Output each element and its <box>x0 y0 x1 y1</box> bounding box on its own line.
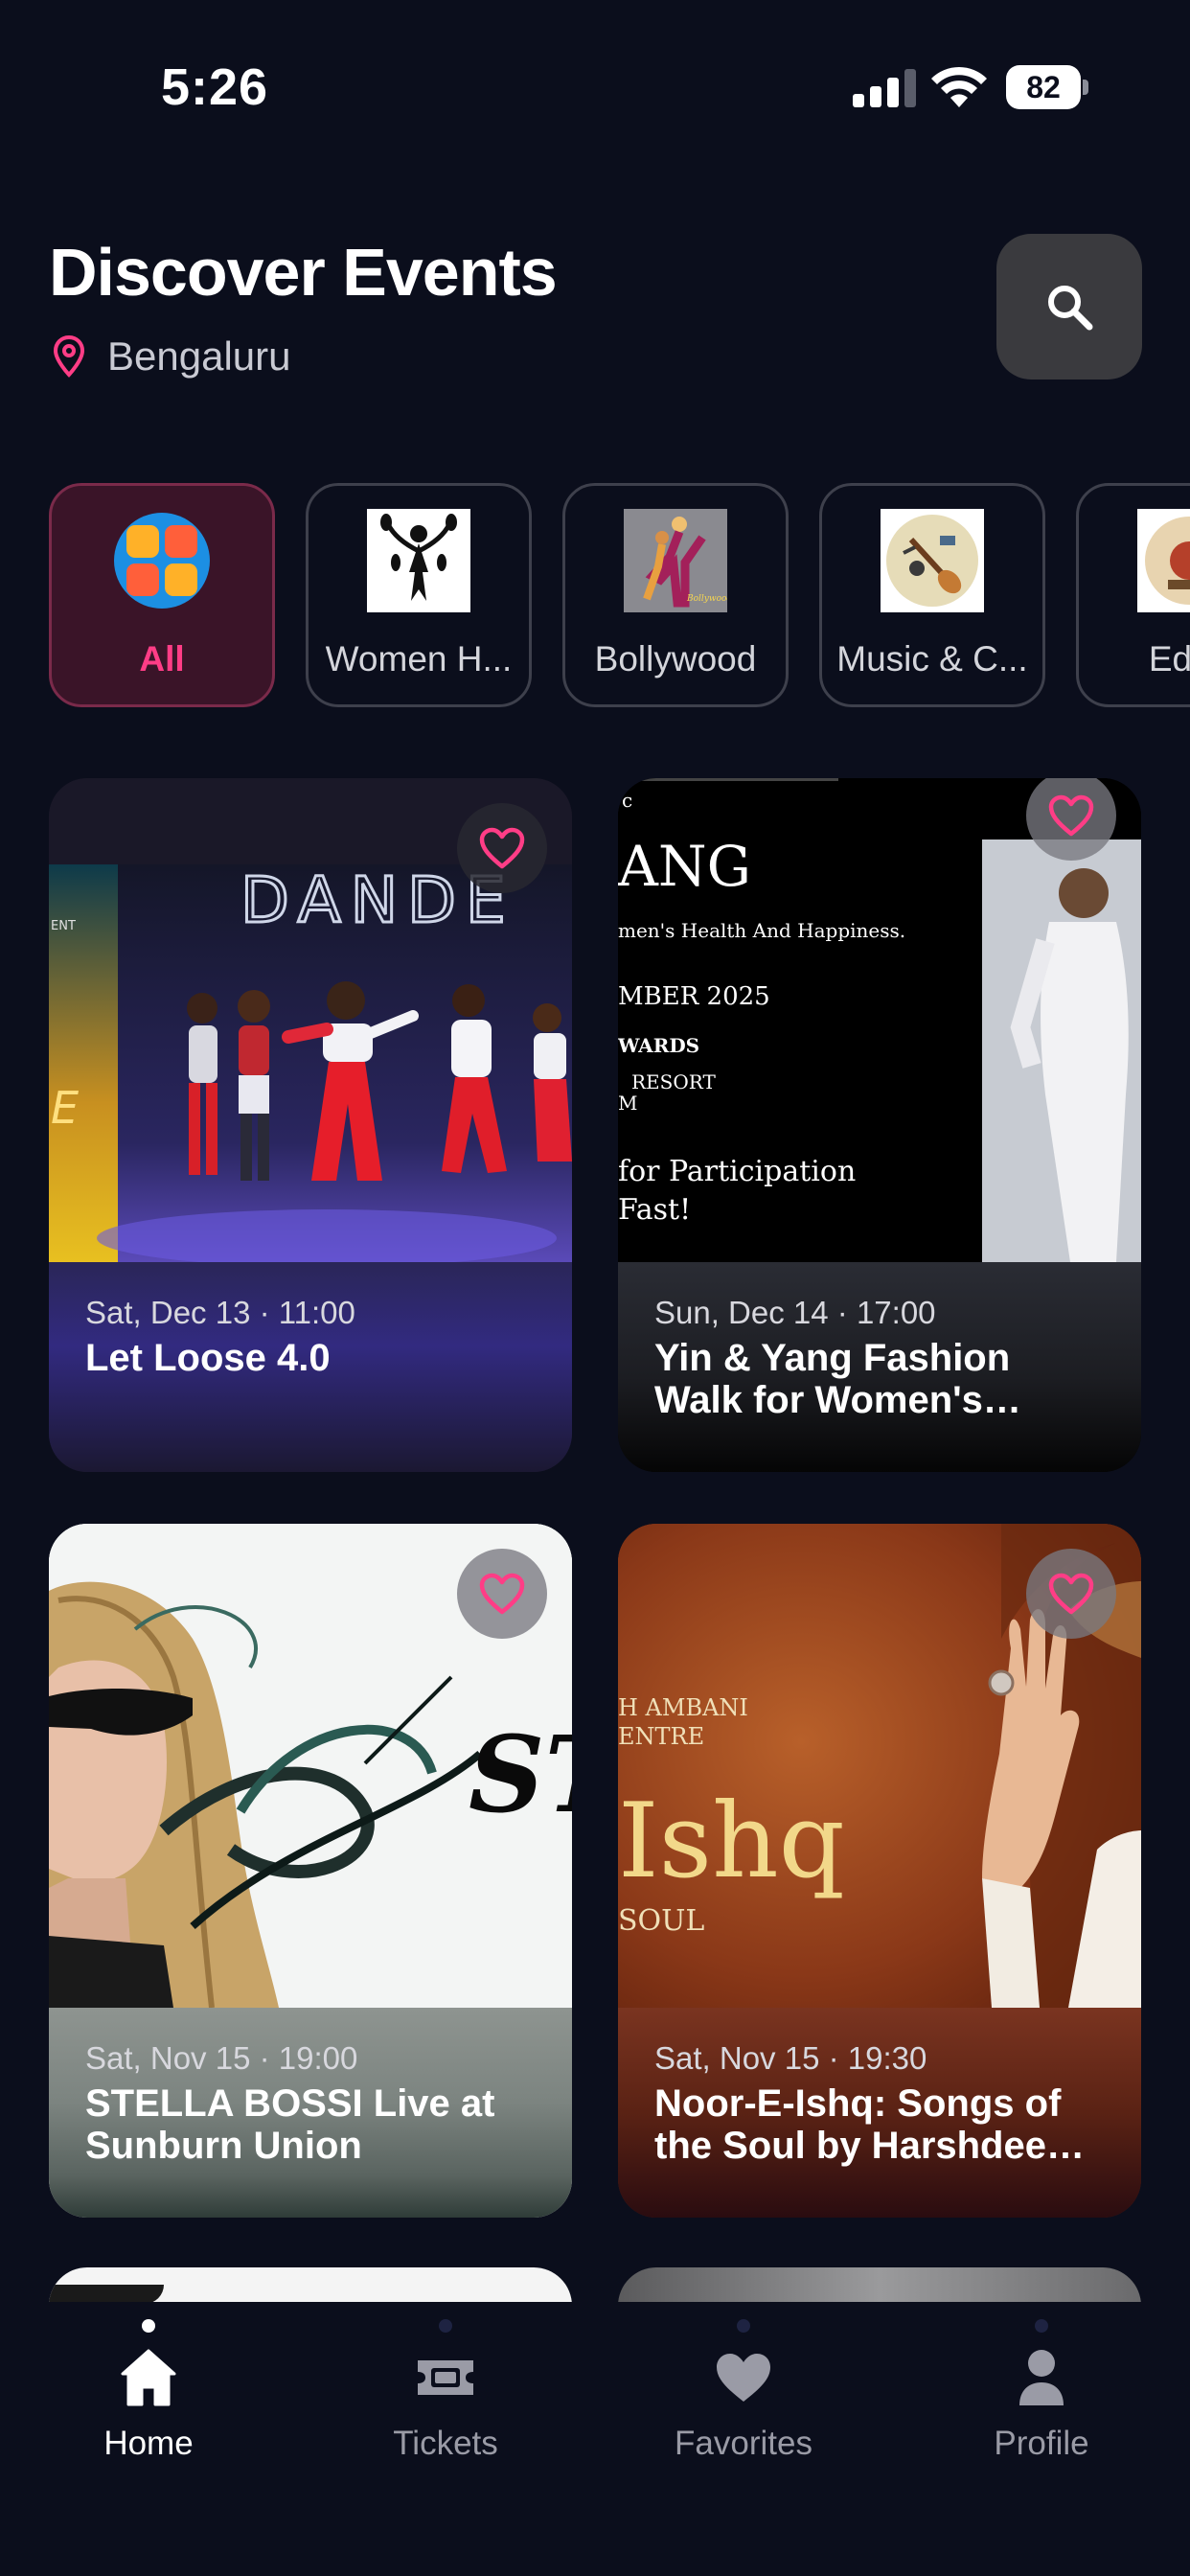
favorite-button[interactable] <box>457 1549 547 1639</box>
search-button[interactable] <box>996 234 1142 380</box>
wifi-icon <box>931 66 987 107</box>
event-title: Let Loose 4.0 <box>85 1337 331 1379</box>
battery-indicator: 82 <box>1006 65 1088 109</box>
tab-label: Favorites <box>675 2425 812 2462</box>
heart-outline-icon <box>1048 1573 1094 1615</box>
education-icon <box>1137 509 1190 612</box>
event-card[interactable]: ST BO Sat, Nov 15 · 19:00 STELLA BOSSI L… <box>49 1524 572 2218</box>
tab-favorites[interactable]: Favorites <box>629 2319 858 2472</box>
poster-line: c <box>622 789 632 812</box>
svg-text:Bollywood: Bollywood <box>686 594 727 604</box>
category-label: Bollywood <box>594 639 757 678</box>
battery-level: 82 <box>1006 65 1081 109</box>
bollywood-dance-icon: Bollywood <box>624 509 727 612</box>
event-info: Sat, Dec 13 · 11:00 Let Loose 4.0 <box>49 1262 572 1472</box>
tab-profile[interactable]: Profile <box>927 2319 1156 2472</box>
poster-line: for Participation <box>618 1155 856 1188</box>
cellular-signal-icon <box>853 69 916 107</box>
location-text: Bengaluru <box>107 334 291 379</box>
all-grid-icon <box>110 509 214 612</box>
event-title: STELLA BOSSI Live at Sunburn Union <box>85 2082 495 2167</box>
event-card[interactable]: H AMBANI ENTRE Ishq SOUL Sat, Nov 15 · 1… <box>618 1524 1141 2218</box>
category-chip-education[interactable]: Educ <box>1076 483 1190 707</box>
tab-label: Tickets <box>393 2425 498 2462</box>
heart-outline-icon <box>479 1573 525 1615</box>
event-title: Yin & Yang Fashion Walk for Women's Heal… <box>654 1337 1011 1421</box>
poster-line: ENTRE <box>618 1723 704 1750</box>
poster-line: Ishq <box>618 1782 845 1901</box>
heart-icon <box>717 2354 770 2402</box>
ticket-icon <box>418 2360 473 2395</box>
tab-bar: Home Tickets Favorites Profile <box>0 2302 1190 2576</box>
event-image <box>49 2285 164 2304</box>
battery-tip <box>1083 80 1088 95</box>
event-info: Sun, Dec 14 · 17:00 Yin & Yang Fashion W… <box>618 1262 1141 1472</box>
poster-line: MBER 2025 <box>618 982 770 1011</box>
event-card[interactable]: ENT E DANDE Sat, Dec 13 · 11:00 Let Loos… <box>49 778 572 1472</box>
category-chip-music[interactable]: Music & C... <box>819 483 1045 707</box>
category-chip-women-health[interactable]: Women H... <box>306 483 532 707</box>
heart-outline-icon <box>479 827 525 869</box>
poster-brand-text: ST BO <box>469 1713 572 1836</box>
music-guitar-icon <box>881 509 984 612</box>
page-title: Discover Events <box>49 235 558 310</box>
event-info: Sat, Nov 15 · 19:30 Noor-E-Ishq: Songs o… <box>618 2008 1141 2218</box>
category-label: Educ <box>1148 639 1190 678</box>
location-selector[interactable]: Bengaluru <box>54 334 290 380</box>
tab-indicator-dot <box>1035 2319 1048 2333</box>
profile-icon <box>1019 2350 1064 2405</box>
category-filter-row[interactable]: All Women H... Bollywood <box>49 483 1190 707</box>
women-health-icon <box>367 509 470 612</box>
poster-line: RESORT <box>631 1070 716 1093</box>
event-info: Sat, Nov 15 · 19:00 STELLA BOSSI Live at… <box>49 2008 572 2218</box>
poster-line: H AMBANI <box>618 1694 748 1721</box>
heart-outline-icon <box>1048 794 1094 837</box>
tab-label: Profile <box>994 2425 1089 2462</box>
category-chip-all[interactable]: All <box>49 483 275 707</box>
category-label: Women H... <box>325 639 513 678</box>
poster-side-text: ENT <box>51 919 76 933</box>
status-time: 5:26 <box>161 58 269 116</box>
poster-line: Fast! <box>618 1193 691 1227</box>
tab-indicator-dot <box>439 2319 452 2333</box>
svg-text:E: E <box>51 1082 79 1134</box>
search-icon <box>1048 286 1093 331</box>
tab-home[interactable]: Home <box>34 2319 263 2472</box>
event-card[interactable]: c ANG men's Health And Happiness. MBER 2… <box>618 778 1141 1472</box>
poster-line: WARDS <box>618 1034 699 1057</box>
event-date: Sun, Dec 14 · 17:00 <box>654 1295 936 1330</box>
poster-line: men's Health And Happiness. <box>618 919 905 942</box>
event-date: Sat, Nov 15 · 19:00 <box>85 2040 358 2076</box>
favorite-button[interactable] <box>1026 1549 1116 1639</box>
event-title: Noor-E-Ishq: Songs of the Soul by Harshd… <box>654 2082 1070 2167</box>
home-icon <box>121 2349 176 2406</box>
event-date: Sat, Nov 15 · 19:30 <box>654 2040 927 2076</box>
poster-line: SOUL <box>618 1904 704 1938</box>
status-bar: 5:26 82 <box>0 0 1190 172</box>
tab-label: Home <box>103 2425 194 2462</box>
favorite-button[interactable] <box>457 803 547 893</box>
event-date: Sat, Dec 13 · 11:00 <box>85 1295 355 1330</box>
category-label: Music & C... <box>836 639 1028 678</box>
poster-line: M <box>618 1092 637 1115</box>
category-chip-bollywood[interactable]: Bollywood Bollywood <box>562 483 789 707</box>
tab-indicator-dot <box>142 2319 155 2333</box>
poster-line: ANG <box>618 834 751 899</box>
tab-indicator-dot <box>737 2319 750 2333</box>
map-pin-icon <box>54 335 84 378</box>
category-label: All <box>139 639 185 678</box>
tab-tickets[interactable]: Tickets <box>331 2319 561 2472</box>
